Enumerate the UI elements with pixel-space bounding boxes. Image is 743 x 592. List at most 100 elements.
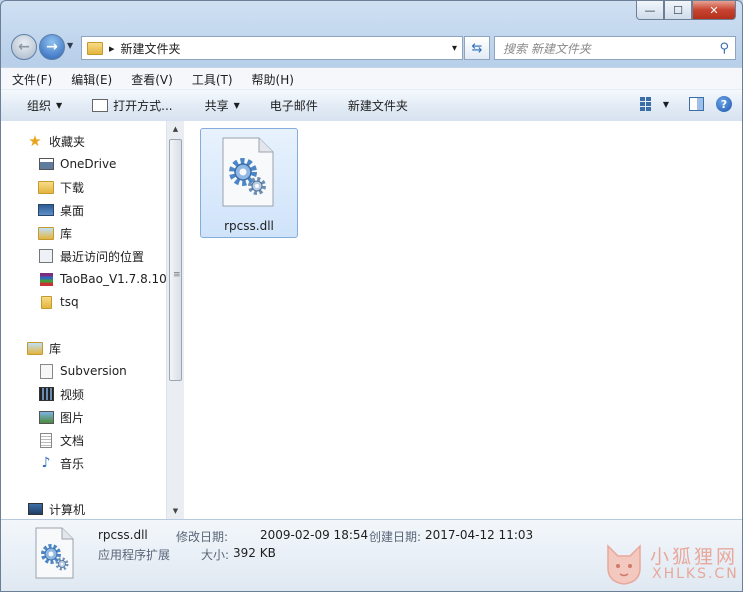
back-arrow-icon: ← (18, 39, 30, 55)
chevron-down-icon: ▼ (56, 101, 63, 110)
open-with-button[interactable]: 打开方式... (76, 97, 186, 114)
nav-item-downloads[interactable]: 下载 (38, 177, 84, 197)
nav-item-videos[interactable]: 视频 (38, 384, 84, 404)
scroll-up-icon[interactable]: ▲ (167, 121, 184, 137)
size-value: 392 KB (233, 546, 276, 560)
maximize-button[interactable]: ☐ (664, 1, 692, 20)
nav-item-label: 文档 (60, 433, 85, 448)
computer-icon (27, 502, 43, 516)
size-label: 大小: (201, 548, 230, 562)
nav-item-pictures[interactable]: 图片 (38, 407, 84, 427)
documents-icon (38, 432, 54, 448)
menu-file[interactable]: 文件(F) (1, 71, 60, 88)
file-view[interactable]: rpcss.dll (184, 121, 742, 519)
nav-item-label: tsq (60, 295, 79, 309)
menu-help[interactable]: 帮助(H) (241, 71, 302, 88)
breadcrumb-arrow-icon[interactable]: ▸ (109, 42, 115, 55)
nav-libraries[interactable]: 库 (27, 338, 61, 358)
forward-arrow-icon: → (46, 39, 58, 55)
videos-icon (38, 387, 54, 401)
nav-item-library[interactable]: 库 (38, 223, 72, 243)
nav-item-subversion[interactable]: Subversion (38, 361, 127, 381)
nav-libraries-label: 库 (49, 341, 62, 356)
refresh-button[interactable]: ⇆ (464, 36, 490, 60)
folder-icon (87, 41, 103, 55)
watermark: 小狐狸网 XHLKS.CN (604, 540, 743, 590)
nav-item-onedrive[interactable]: OneDrive (38, 154, 116, 174)
chevron-down-icon: ▼ (233, 101, 240, 110)
created-date-label: 创建日期: (369, 530, 422, 544)
search-input[interactable]: 搜索 新建文件夹 ⚲ (494, 36, 736, 60)
winrar-archive-icon (38, 272, 54, 286)
open-with-label: 打开方式... (113, 99, 173, 113)
help-icon[interactable]: ? (716, 96, 732, 112)
nav-item-label: TaoBao_V1.7.8.10_ (60, 272, 166, 286)
address-dropdown-icon[interactable]: ▾ (452, 43, 457, 54)
nav-item-label: 音乐 (60, 456, 85, 471)
navigation-pane: ★ 收藏夹 OneDrive 下载 桌面 库 最近访问的位置 TaoBao_V1… (1, 121, 166, 519)
open-with-icon (92, 99, 109, 112)
forward-button[interactable]: → (39, 34, 65, 60)
nav-item-tsq[interactable]: tsq (38, 292, 79, 312)
modified-date-value: 2009-02-09 18:54 (260, 528, 369, 542)
file-item[interactable]: rpcss.dll (200, 128, 298, 238)
new-folder-button[interactable]: 新建文件夹 (332, 97, 422, 114)
nav-scrollbar[interactable]: ▲ ≡ ▼ (166, 121, 184, 519)
nav-item-label: Subversion (60, 364, 127, 378)
nav-item-taobao[interactable]: TaoBao_V1.7.8.10_ (38, 269, 166, 289)
address-bar[interactable]: ▸ 新建文件夹 ▾ (81, 36, 463, 60)
preview-pane-icon[interactable] (689, 97, 704, 111)
share-button[interactable]: 共享 ▼ (187, 97, 254, 114)
nav-item-label: OneDrive (60, 157, 117, 171)
email-label: 电子邮件 (269, 99, 318, 113)
fox-logo (607, 544, 641, 585)
refresh-icon: ⇆ (471, 40, 483, 56)
search-placeholder: 搜索 新建文件夹 (503, 41, 591, 56)
close-button[interactable]: ✕ (692, 1, 736, 20)
downloads-icon (38, 180, 54, 194)
watermark-en: XHLKS.CN (652, 566, 739, 582)
nav-item-label: 图片 (60, 410, 85, 425)
nav-item-recent-places[interactable]: 最近访问的位置 (38, 246, 144, 266)
change-view-icon[interactable] (639, 97, 651, 111)
window-controls: — ☐ ✕ (636, 1, 736, 20)
nav-favorites[interactable]: ★ 收藏夹 (27, 131, 85, 151)
main-area: ★ 收藏夹 OneDrive 下载 桌面 库 最近访问的位置 TaoBao_V1… (1, 121, 742, 519)
address-row: ← → ▼ ▸ 新建文件夹 ▾ ⇆ 搜索 新建文件夹 ⚲ (9, 33, 736, 61)
dll-file-icon (35, 527, 74, 579)
minimize-button[interactable]: — (636, 1, 664, 20)
details-file-type: 应用程序扩展 (98, 548, 171, 562)
toolbar-right: ▼ ? (639, 96, 732, 112)
nav-item-label: 桌面 (60, 203, 85, 218)
scroll-down-icon[interactable]: ▼ (167, 503, 184, 519)
nav-item-label: 视频 (60, 387, 85, 402)
organize-button[interactable]: 组织 ▼ (1, 97, 76, 114)
nav-item-music[interactable]: ♪ 音乐 (38, 453, 84, 473)
email-button[interactable]: 电子邮件 (254, 97, 332, 114)
organize-label: 组织 (27, 99, 52, 113)
nav-favorites-label: 收藏夹 (49, 134, 86, 149)
menu-view[interactable]: 查看(V) (120, 71, 181, 88)
created-date-value: 2017-04-12 11:03 (425, 528, 534, 542)
recent-pages-dropdown[interactable]: ▼ (67, 41, 73, 50)
nav-item-documents[interactable]: 文档 (38, 430, 84, 450)
subversion-library-icon (38, 363, 54, 379)
back-button[interactable]: ← (11, 34, 37, 60)
nav-item-desktop[interactable]: 桌面 (38, 200, 84, 220)
nav-computer-label: 计算机 (49, 502, 86, 517)
music-icon: ♪ (41, 455, 51, 471)
folder-icon (38, 295, 54, 309)
desktop-icon (38, 203, 54, 217)
menu-tools[interactable]: 工具(T) (181, 71, 241, 88)
menu-edit[interactable]: 编辑(E) (60, 71, 120, 88)
share-label: 共享 (204, 99, 229, 113)
scroll-thumb[interactable]: ≡ (169, 139, 182, 381)
details-file-name: rpcss.dll (98, 528, 148, 542)
menu-bar: 文件(F) 编辑(E) 查看(V) 工具(T) 帮助(H) (1, 67, 742, 90)
nav-computer[interactable]: 计算机 (27, 499, 85, 519)
view-options-chevron-icon[interactable]: ▼ (663, 100, 669, 109)
dll-file-icon (222, 137, 274, 207)
search-icon[interactable]: ⚲ (711, 41, 735, 56)
breadcrumb-folder[interactable]: 新建文件夹 (121, 40, 452, 57)
onedrive-icon (38, 157, 54, 171)
